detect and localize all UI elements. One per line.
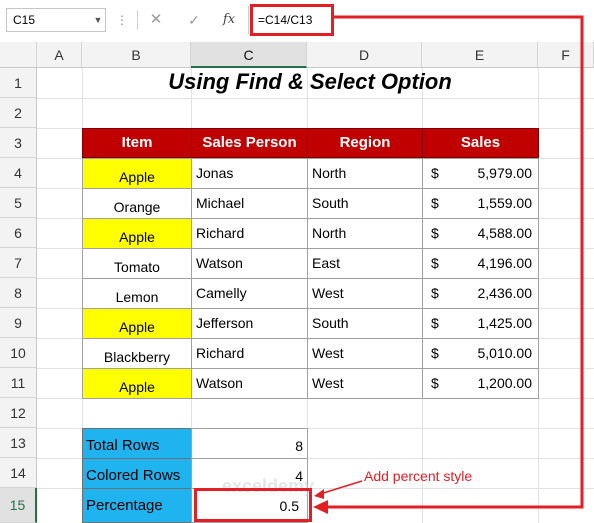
- arrow-head-icon: [314, 489, 324, 499]
- annotation-line: [326, 15, 584, 509]
- annotation-pointer-line: [319, 480, 363, 495]
- annotation-label: Add percent style: [364, 468, 473, 484]
- annotation-connector: [313, 15, 584, 514]
- arrow-head-icon: [313, 500, 328, 514]
